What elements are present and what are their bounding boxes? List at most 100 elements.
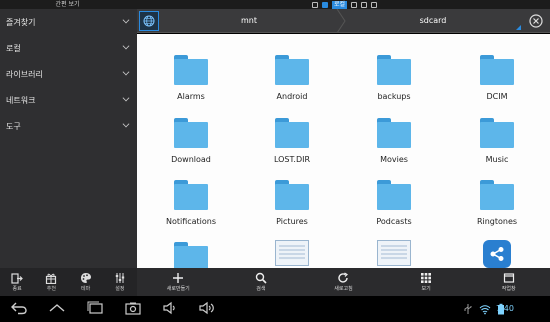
folder-item[interactable]: backups	[354, 55, 434, 101]
bottom-toolbar: 새로만들기 검색 새로고침 보기 작업창	[137, 268, 550, 296]
file-name: Alarms	[177, 92, 205, 101]
recommend-button[interactable]: 추천	[38, 272, 64, 292]
view-label: 보기	[421, 286, 431, 292]
breadcrumb-sdcard[interactable]: sdcard	[343, 9, 523, 33]
tab-local[interactable]: 로컬	[332, 0, 348, 9]
file-item[interactable]	[457, 240, 537, 268]
file-name: Pictures	[276, 217, 308, 226]
volume-up-icon[interactable]	[198, 301, 216, 315]
sidebar: 즐겨찾기 로컬 라이브러리 네트워크 도구	[0, 9, 137, 268]
home-icon[interactable]	[48, 301, 66, 315]
tab-icon-active[interactable]	[322, 1, 328, 8]
document-icon	[275, 240, 309, 266]
file-item[interactable]	[252, 240, 332, 266]
screenshot-icon[interactable]	[124, 301, 142, 315]
chevron-down-icon	[122, 42, 130, 50]
chevron-down-icon	[122, 16, 130, 24]
wifi-icon	[479, 305, 491, 315]
folder-icon	[377, 118, 411, 148]
sidebar-item-label: 로컬	[6, 43, 21, 53]
tab-icon[interactable]	[361, 1, 368, 8]
folder-item[interactable]: Pictures	[252, 180, 332, 226]
file-item[interactable]	[354, 240, 434, 266]
theme-label: 테마	[81, 286, 91, 292]
tab-icon[interactable]	[371, 1, 378, 8]
tab-icon[interactable]	[312, 1, 318, 8]
folder-item[interactable]: DCIM	[457, 55, 537, 101]
sidebar-item-library[interactable]: 라이브러리	[0, 61, 137, 87]
folder-item[interactable]: Android	[252, 55, 332, 101]
folder-item[interactable]: Podcasts	[354, 180, 434, 226]
file-name: Music	[485, 155, 509, 164]
recent-apps-icon[interactable]	[86, 301, 104, 315]
folder-item[interactable]: Notifications	[151, 180, 231, 226]
volume-down-icon[interactable]	[162, 301, 180, 315]
file-name: Notifications	[165, 217, 217, 226]
folder-icon	[275, 55, 309, 85]
folder-icon	[480, 180, 514, 210]
view-button[interactable]: 보기	[396, 272, 456, 292]
window-icon	[503, 273, 514, 283]
file-name: LOST.DIR	[273, 155, 311, 164]
tasks-button[interactable]: 작업창	[479, 272, 539, 292]
sidebar-tools: 종료 추천 테마 설정	[0, 268, 137, 296]
folder-icon	[174, 118, 208, 148]
file-name: backups	[377, 92, 411, 101]
folder-icon	[377, 180, 411, 210]
sidebar-item-network[interactable]: 네트워크	[0, 87, 137, 113]
file-name: Download	[171, 155, 211, 164]
folder-icon	[275, 118, 309, 148]
sidebar-item-favorites[interactable]: 즐겨찾기	[0, 9, 137, 35]
plus-icon	[173, 273, 184, 283]
storage-globe-button[interactable]	[139, 11, 159, 31]
sidebar-item-label: 네트워크	[6, 95, 36, 105]
folder-item[interactable]: Movies	[354, 118, 434, 164]
usb-icon	[464, 304, 472, 314]
chevron-down-icon	[122, 94, 130, 102]
share-app-icon	[483, 240, 511, 268]
refresh-icon	[338, 272, 349, 283]
breadcrumb-mnt[interactable]: mnt	[161, 9, 337, 33]
top-strip: 간편 보기 로컬	[0, 0, 550, 9]
exit-button[interactable]: 종료	[4, 272, 30, 292]
file-name: Ringtones	[476, 217, 518, 226]
folder-icon	[174, 180, 208, 210]
new-label: 새로만들기	[166, 286, 190, 292]
new-button[interactable]: 새로만들기	[148, 272, 208, 292]
simple-view-label[interactable]: 간편 보기	[0, 0, 135, 9]
settings-button[interactable]: 설정	[107, 272, 133, 292]
status-clock: 7:40	[496, 304, 514, 313]
folder-item[interactable]: Alarms	[151, 55, 231, 101]
search-button[interactable]: 검색	[231, 272, 291, 292]
folder-item[interactable]: Ringtones	[457, 180, 537, 226]
close-path-button[interactable]	[526, 11, 546, 31]
chevron-down-icon	[122, 120, 130, 128]
refresh-label: 새로고침	[334, 286, 353, 292]
file-name: Movies	[380, 155, 408, 164]
dropdown-corner-icon[interactable]	[516, 25, 521, 30]
window-tabs: 로컬	[312, 0, 378, 9]
exit-label: 종료	[12, 286, 22, 292]
file-name: Android	[276, 92, 308, 101]
file-name: Podcasts	[376, 217, 412, 226]
tasks-label: 작업창	[501, 286, 516, 292]
back-icon[interactable]	[10, 301, 28, 315]
theme-button[interactable]: 테마	[73, 272, 99, 292]
grid-view-icon	[421, 273, 432, 283]
search-icon	[255, 272, 267, 284]
folder-item[interactable]: Download	[151, 118, 231, 164]
palette-icon	[80, 273, 91, 283]
sidebar-item-label: 라이브러리	[6, 69, 43, 79]
search-label: 검색	[256, 286, 266, 292]
tab-icon[interactable]	[351, 1, 358, 8]
sidebar-item-label: 즐겨찾기	[6, 17, 36, 27]
folder-item[interactable]	[151, 242, 231, 268]
folder-icon	[174, 242, 208, 268]
folder-icon	[480, 118, 514, 148]
file-name: DCIM	[486, 92, 508, 101]
sidebar-item-tools[interactable]: 도구	[0, 113, 137, 139]
sidebar-item-local[interactable]: 로컬	[0, 35, 137, 61]
folder-item[interactable]: Music	[457, 118, 537, 164]
refresh-button[interactable]: 새로고침	[313, 272, 373, 292]
folder-item[interactable]: LOST.DIR	[252, 118, 332, 164]
